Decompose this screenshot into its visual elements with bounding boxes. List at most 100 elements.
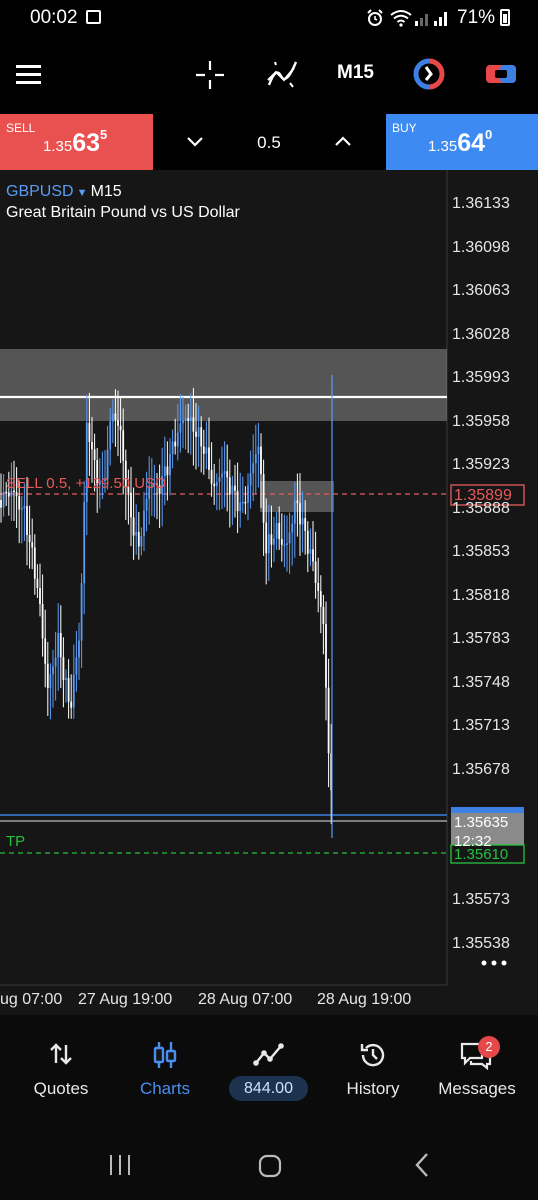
candle-body (93, 449, 96, 461)
candle-body (267, 534, 270, 554)
candle-body (286, 543, 288, 545)
tp-price: 1.35610 (454, 846, 509, 860)
candle-body (91, 441, 93, 450)
nav-history[interactable]: History (332, 1079, 414, 1099)
price-tick: 1.35853 (452, 543, 510, 560)
candle-body (195, 431, 197, 437)
home-icon[interactable] (257, 1153, 283, 1179)
sell-button[interactable]: SELL 1.35635 (0, 114, 153, 170)
candle-body (293, 500, 296, 524)
symbol-timeframe: M15 (90, 183, 122, 200)
candle-body (18, 496, 21, 510)
chart-symbol[interactable]: GBPUSD ▼ M15 (6, 183, 122, 201)
price-tick: 1.35993 (452, 369, 510, 386)
time-tick: ug 07:00 (0, 991, 63, 1008)
candle-body (304, 518, 307, 531)
more-icon[interactable] (480, 958, 510, 968)
nav-trade-balance[interactable]: 844.00 (229, 1076, 308, 1101)
candle-body (7, 492, 10, 497)
candle-body (62, 657, 65, 681)
candle-body (283, 544, 286, 547)
position-price: 1.35899 (454, 487, 512, 504)
hamburger-icon[interactable] (16, 65, 41, 68)
position-label[interactable]: SELL 0.5, +129.50 USD (6, 475, 166, 492)
trade-icon[interactable] (413, 58, 445, 90)
candle-body (205, 447, 208, 454)
candle-body (41, 604, 44, 639)
candle-body (228, 477, 231, 495)
charts-icon[interactable] (151, 1040, 179, 1070)
candle-body (301, 518, 304, 525)
candle-body (218, 477, 221, 482)
back-icon[interactable] (412, 1152, 432, 1178)
candle-body (52, 666, 54, 675)
quotes-icon[interactable] (48, 1041, 74, 1067)
candle-body (280, 539, 283, 545)
price-tick: 1.35923 (452, 456, 510, 473)
candle-body (223, 471, 226, 474)
recent-apps-icon[interactable] (108, 1154, 132, 1176)
nav-charts[interactable]: Charts (124, 1079, 206, 1099)
window-icon[interactable] (484, 62, 518, 86)
alarm-icon (367, 9, 383, 26)
ask-price-box (451, 807, 524, 813)
tp-label[interactable]: TP (6, 833, 25, 850)
price-tick: 1.35748 (452, 674, 510, 691)
candle-body (140, 536, 143, 547)
timeframe-button[interactable]: M15 (337, 62, 374, 84)
sell-label: SELL (6, 121, 36, 135)
candle-body (197, 427, 200, 437)
indicators-icon[interactable] (266, 58, 300, 90)
candle-body (200, 427, 203, 447)
candle-body (208, 447, 210, 470)
price-tick: 1.35538 (452, 935, 510, 952)
candle-body (179, 423, 182, 433)
history-icon[interactable] (358, 1040, 388, 1070)
nav-quotes[interactable]: Quotes (20, 1079, 102, 1099)
battery-icon (500, 9, 510, 26)
candle-body (15, 492, 18, 497)
price-tick: 1.35573 (452, 891, 510, 908)
candle-body (309, 549, 312, 554)
price-tick: 1.35678 (452, 761, 510, 778)
symbol-description: Great Britain Pound vs US Dollar (6, 204, 240, 221)
candle-body (36, 578, 39, 589)
candle-body (174, 441, 177, 447)
price-tick: 1.36028 (452, 326, 510, 343)
candle-body (80, 583, 83, 641)
candle-body (59, 632, 62, 658)
candle-body (252, 463, 255, 474)
candle-body (182, 420, 184, 424)
chevron-down-icon[interactable] (186, 134, 204, 148)
candle-body (278, 523, 281, 540)
symbol-name[interactable]: GBPUSD (6, 183, 74, 200)
candle-body (75, 657, 78, 675)
buy-button[interactable]: BUY 1.35640 (386, 114, 538, 170)
trade-icon[interactable] (253, 1041, 285, 1067)
price-tick: 1.36063 (452, 282, 510, 299)
candle-body (236, 490, 239, 512)
candle-body (176, 432, 179, 447)
candle-body (249, 473, 252, 486)
candle-body (171, 441, 174, 455)
lot-size-field[interactable]: 0.5 (240, 133, 298, 153)
crosshair-icon[interactable] (195, 60, 225, 90)
candle-body (132, 517, 135, 536)
candle-body (215, 481, 218, 487)
candle-body (39, 588, 41, 605)
chevron-up-icon[interactable] (334, 134, 352, 148)
candle-body (241, 501, 244, 504)
candle-body (189, 417, 192, 421)
price-tick: 1.35783 (452, 630, 510, 647)
candle-body (221, 473, 223, 478)
sell-price: 1.35635 (43, 127, 108, 157)
candle-body (130, 492, 132, 518)
nav-messages[interactable]: Messages (432, 1079, 522, 1099)
candle-body (187, 418, 190, 421)
candle-body (270, 534, 273, 545)
candle-body (314, 561, 317, 583)
candle-body (57, 632, 60, 658)
candle-body (111, 413, 114, 422)
candle-body (65, 677, 67, 681)
candle-body (70, 701, 73, 708)
